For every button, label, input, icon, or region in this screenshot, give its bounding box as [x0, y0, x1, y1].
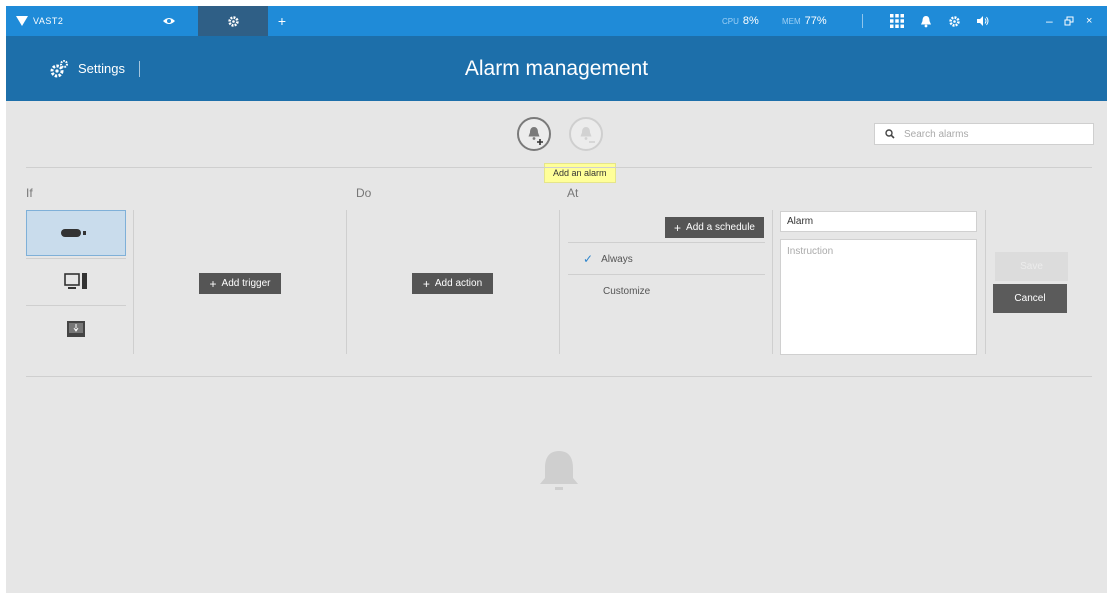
schedule-always-label: Always: [601, 253, 633, 265]
cpu-value: 8%: [742, 15, 759, 27]
search-input[interactable]: [904, 128, 1084, 140]
mem-value: 77%: [804, 15, 827, 27]
add-action-label: Add action: [434, 278, 483, 289]
top-bar: VAST2 + CPU 8% MEM 77% – ×: [6, 6, 1107, 36]
column-divider: [772, 210, 773, 354]
add-schedule-button[interactable]: + Add a schedule: [665, 217, 764, 238]
settings-button[interactable]: [948, 6, 961, 36]
gear-icon: [949, 15, 960, 27]
schedule-divider: [568, 242, 765, 243]
add-trigger-label: Add trigger: [221, 278, 271, 289]
plus-icon: +: [422, 276, 430, 291]
trigger-type-computer[interactable]: [26, 259, 126, 305]
tab-settings[interactable]: [198, 6, 268, 36]
section-divider: [26, 376, 1092, 377]
bell-remove-icon: [580, 127, 595, 143]
plus-icon: +: [674, 220, 682, 235]
column-divider: [559, 210, 560, 354]
tab-add[interactable]: +: [272, 6, 292, 36]
header-divider: [138, 60, 140, 77]
add-alarm-button[interactable]: [517, 117, 551, 151]
do-column-label: Do: [356, 186, 372, 200]
empty-state-bell-icon: [540, 451, 578, 490]
minimize-button[interactable]: –: [1046, 6, 1053, 36]
add-alarm-tooltip: Add an alarm: [544, 163, 616, 183]
checkmark-icon: ✓: [583, 252, 594, 266]
speaker-icon: [977, 16, 989, 26]
gear-icon: [227, 15, 239, 27]
cancel-button[interactable]: Cancel: [993, 284, 1067, 313]
trigger-type-nas[interactable]: [26, 306, 126, 352]
restore-button[interactable]: [1064, 6, 1074, 36]
schedule-customize-label: Customize: [603, 285, 651, 297]
add-schedule-label: Add a schedule: [686, 222, 755, 233]
close-button[interactable]: ×: [1086, 6, 1092, 36]
settings-gear-icon: [50, 59, 68, 77]
minimize-icon: –: [1046, 14, 1053, 28]
restore-icon: [1064, 16, 1074, 26]
app-logo: VAST2: [16, 6, 63, 36]
close-icon: ×: [1086, 15, 1093, 27]
grid-icon: [890, 14, 904, 28]
mem-label: MEM: [782, 16, 801, 26]
cpu-label: CPU: [722, 16, 739, 26]
bell-add-icon: [528, 127, 543, 145]
search-icon: [885, 129, 895, 139]
column-divider: [985, 210, 986, 354]
app-name: VAST2: [33, 16, 64, 26]
computer-icon: [64, 273, 87, 289]
camera-icon: [61, 229, 86, 237]
vast-logo-icon: [16, 16, 28, 26]
at-column-label: At: [567, 186, 579, 200]
schedule-option-always[interactable]: ✓ Always: [583, 251, 633, 267]
schedule-divider: [568, 274, 765, 275]
remove-alarm-button[interactable]: [569, 117, 603, 151]
settings-breadcrumb[interactable]: Settings: [48, 36, 140, 101]
add-action-button[interactable]: + Add action: [412, 273, 493, 294]
topbar-divider: [862, 14, 863, 28]
trigger-type-camera[interactable]: [26, 210, 126, 256]
apps-button[interactable]: [890, 6, 904, 36]
add-trigger-button[interactable]: + Add trigger: [199, 273, 281, 294]
volume-button[interactable]: [976, 6, 990, 36]
app-window: VAST2 + CPU 8% MEM 77% – × Settings Alar…: [6, 6, 1107, 593]
page-header: Settings Alarm management: [6, 36, 1107, 101]
instruction-textarea[interactable]: [780, 239, 977, 355]
mem-stat: MEM 77%: [782, 6, 827, 36]
plus-icon: +: [277, 13, 287, 29]
schedule-option-customize[interactable]: Customize: [603, 283, 650, 299]
tab-live-view[interactable]: [146, 6, 192, 36]
save-button[interactable]: Save: [995, 252, 1068, 281]
nas-icon: [67, 321, 85, 337]
bell-icon: [921, 15, 931, 27]
eye-icon: [163, 18, 175, 24]
if-column-label: If: [26, 186, 33, 200]
plus-icon: +: [209, 276, 217, 291]
page-title: Alarm management: [464, 56, 649, 80]
notifications-button[interactable]: [920, 6, 932, 36]
search-box[interactable]: [874, 123, 1094, 145]
column-divider: [346, 210, 347, 354]
toolbar-divider: [26, 167, 1092, 168]
alarm-name-input[interactable]: [780, 211, 977, 232]
settings-label: Settings: [78, 61, 125, 76]
cpu-stat: CPU 8%: [722, 6, 759, 36]
column-divider: [133, 210, 134, 354]
